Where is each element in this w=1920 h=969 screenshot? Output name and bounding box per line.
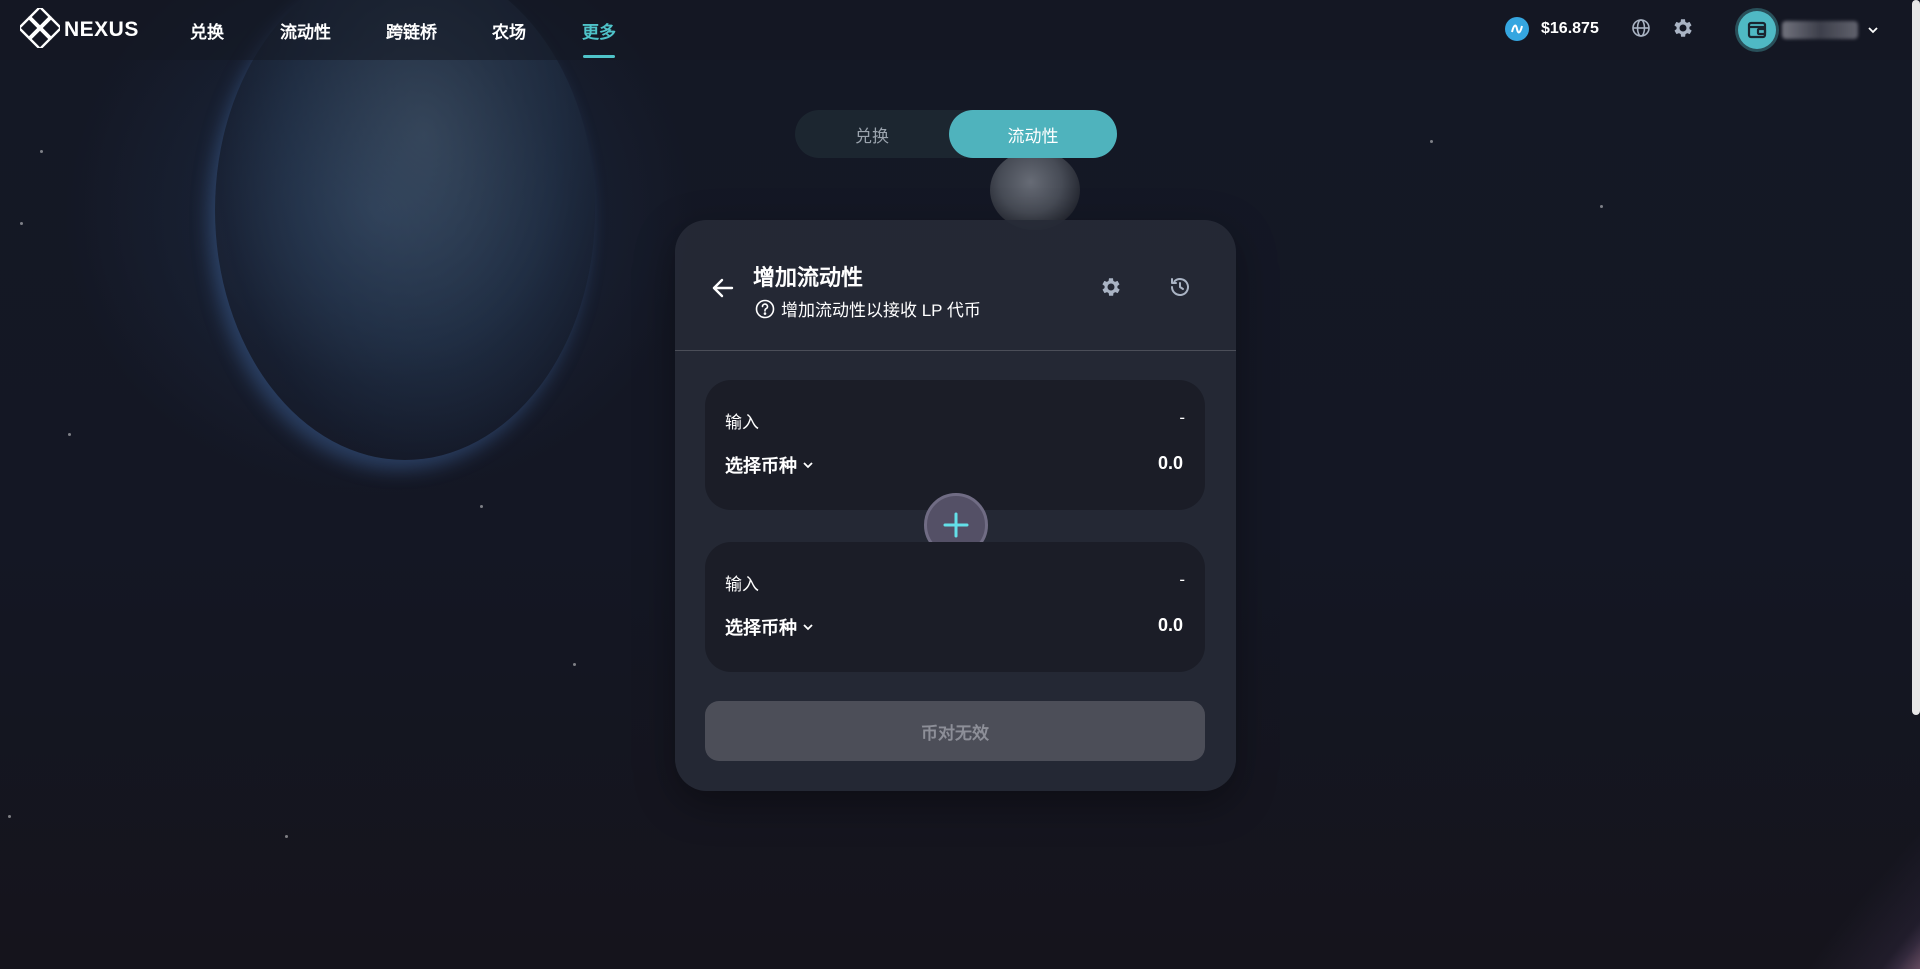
earth-background	[215, 0, 595, 460]
history-icon	[1168, 275, 1192, 304]
token-price-value: $16.875	[1541, 20, 1599, 37]
chevron-down-icon	[801, 620, 815, 634]
back-button[interactable]	[707, 274, 739, 306]
wallet-button[interactable]	[1738, 10, 1883, 50]
nav-active-indicator	[583, 55, 615, 58]
input-label: 输入	[725, 575, 759, 594]
nav-item-swap[interactable]: 兑换	[190, 18, 224, 43]
tab-liquidity[interactable]: 流动性	[949, 110, 1117, 158]
coin-icon	[1505, 17, 1529, 41]
invalid-pair-button[interactable]: 币对无效	[705, 701, 1205, 761]
star	[1430, 140, 1433, 143]
add-liquidity-card: 增加流动性 增加流动性以接收 LP 代币 输入 - 选择币种 0.0 输入 - …	[675, 220, 1236, 791]
token-select-label: 选择币种	[725, 456, 797, 476]
gear-icon	[1099, 275, 1123, 304]
token-select-label: 选择币种	[725, 618, 797, 638]
star	[285, 835, 288, 838]
star	[20, 222, 23, 225]
input-label: 输入	[725, 413, 759, 432]
nav-item-more[interactable]: 更多	[582, 18, 616, 43]
star	[68, 433, 71, 436]
nav-item-farm[interactable]: 农场	[492, 18, 526, 43]
top-navigation-bar: NEXUS 兑换 流动性 跨链桥 农场 更多 $16.875	[0, 0, 1920, 60]
token-input-panel-a: 输入 - 选择币种	[705, 380, 1205, 510]
wallet-icon	[1738, 11, 1776, 49]
moon-background	[990, 150, 1080, 230]
token-price[interactable]: $16.875	[1505, 17, 1599, 41]
amount-input[interactable]	[1031, 452, 1185, 475]
page-scrollbar[interactable]	[1912, 0, 1920, 715]
token-select-button[interactable]: 选择币种	[725, 614, 815, 640]
card-header: 增加流动性 增加流动性以接收 LP 代币	[675, 220, 1236, 351]
star	[8, 815, 11, 818]
arrow-left-icon	[710, 275, 736, 306]
card-subtitle-text: 增加流动性以接收 LP 代币	[781, 301, 981, 320]
question-circle-icon[interactable]	[755, 299, 775, 319]
language-button[interactable]	[1630, 18, 1652, 43]
input-balance: -	[1179, 570, 1185, 589]
settings-button[interactable]	[1670, 17, 1696, 43]
card-settings-button[interactable]	[1098, 276, 1124, 302]
chevron-down-icon	[801, 458, 815, 472]
globe-icon	[1631, 18, 1651, 43]
star	[480, 505, 483, 508]
logo[interactable]: NEXUS	[17, 4, 139, 53]
token-select-button[interactable]: 选择币种	[725, 452, 815, 478]
card-title: 增加流动性	[753, 265, 864, 290]
amount-input[interactable]	[1031, 614, 1185, 637]
star	[573, 663, 576, 666]
history-button[interactable]	[1167, 276, 1193, 302]
logo-text: NEXUS	[64, 18, 139, 41]
logo-icon	[17, 4, 63, 53]
input-balance: -	[1179, 408, 1185, 427]
star	[1600, 205, 1603, 208]
card-subtitle: 增加流动性以接收 LP 代币	[755, 296, 981, 321]
nav-item-bridge[interactable]: 跨链桥	[386, 18, 437, 43]
plus-icon	[941, 510, 971, 540]
token-input-panel-b: 输入 - 选择币种	[705, 542, 1205, 672]
gear-icon	[1671, 16, 1695, 45]
chevron-down-icon	[1866, 23, 1880, 37]
tab-swap[interactable]: 兑换	[795, 110, 949, 158]
nav-item-liquidity[interactable]: 流动性	[280, 18, 331, 43]
wallet-address-blurred	[1782, 21, 1858, 39]
star	[40, 150, 43, 153]
mode-toggle: 兑换 流动性	[795, 110, 1117, 158]
